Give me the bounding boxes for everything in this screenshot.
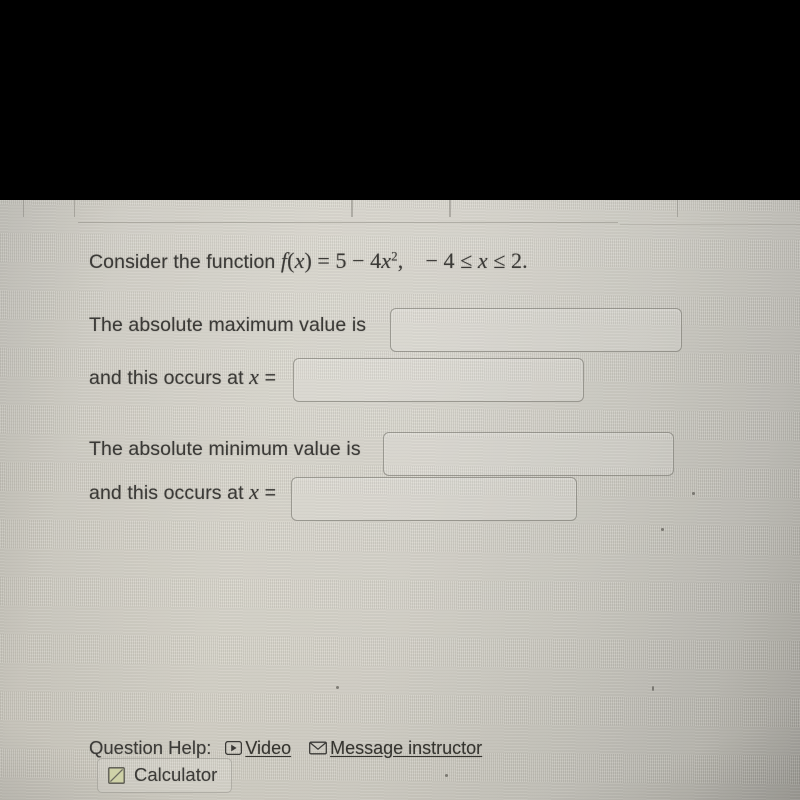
domain-relation-left: ≤ — [460, 248, 473, 273]
absolute-maximum-value-label: The absolute maximum value is — [89, 314, 366, 337]
question-help-label: Question Help: — [89, 737, 212, 758]
location-equals: = — [264, 367, 277, 389]
letterbox-bar-top — [0, 0, 800, 200]
domain-upper-bound: 2. — [511, 248, 528, 273]
equals-sign: = — [317, 248, 330, 273]
absolute-minimum-location-label: and this occurs at x = — [89, 479, 276, 505]
dust-speck — [445, 774, 448, 777]
assignment-content: Consider the function f(x) = 5 − 4x2, − … — [0, 200, 800, 800]
absolute-maximum-location-input[interactable] — [293, 358, 584, 402]
question-help-row: Question Help: Video Message instructor — [89, 737, 500, 759]
location-variable: x — [249, 364, 260, 389]
absolute-minimum-location-input[interactable] — [291, 477, 577, 521]
expression-constant: 5 — [335, 248, 347, 273]
expression-comma: , — [397, 248, 404, 273]
absolute-maximum-location-label: and this occurs at x = — [89, 364, 276, 390]
domain-variable: x — [477, 248, 488, 273]
field-label-text: The absolute minimum value is — [89, 438, 361, 460]
absolute-minimum-value-input[interactable] — [383, 432, 674, 476]
envelope-icon — [309, 741, 328, 755]
video-link[interactable]: Video — [225, 738, 291, 759]
dust-speck — [652, 686, 654, 691]
location-equals: = — [264, 482, 277, 504]
paren-open: ( — [287, 248, 295, 273]
expression-variable: x — [381, 248, 392, 273]
expression-coefficient: 4 — [370, 248, 382, 273]
absolute-minimum-value-label: The absolute minimum value is — [89, 438, 361, 461]
calculator-square-icon — [108, 766, 125, 784]
play-button-icon — [225, 741, 243, 755]
function-arg: x — [294, 248, 305, 273]
expression-exponent: 2 — [391, 248, 398, 264]
message-instructor-link[interactable]: Message instructor — [309, 738, 482, 759]
expression-minus: − — [352, 248, 365, 273]
dust-speck — [336, 686, 339, 689]
field-label-text: The absolute maximum value is — [89, 314, 367, 336]
message-instructor-label: Message instructor — [330, 737, 483, 758]
dust-speck — [661, 528, 664, 531]
dust-speck — [692, 492, 695, 495]
video-link-label: Video — [245, 737, 292, 758]
screenshot-root: Consider the function f(x) = 5 − 4x2, − … — [0, 0, 800, 800]
calculator-button-label: Calculator — [134, 764, 218, 785]
domain-lower-bound: − 4 — [425, 248, 455, 273]
domain-relation-right: ≤ — [493, 248, 506, 273]
field-label-text: and this occurs at — [89, 482, 244, 504]
absolute-maximum-value-input[interactable] — [390, 308, 682, 352]
question-prompt: Consider the function f(x) = 5 − 4x2, − … — [89, 248, 528, 274]
location-variable: x — [249, 479, 260, 504]
calculator-button[interactable]: Calculator — [97, 758, 233, 793]
paren-close: ) — [304, 248, 312, 273]
photographed-screen-surface: Consider the function f(x) = 5 − 4x2, − … — [0, 200, 800, 800]
field-label-text: and this occurs at — [89, 367, 244, 389]
prompt-prefix-text: Consider the function — [89, 251, 276, 273]
